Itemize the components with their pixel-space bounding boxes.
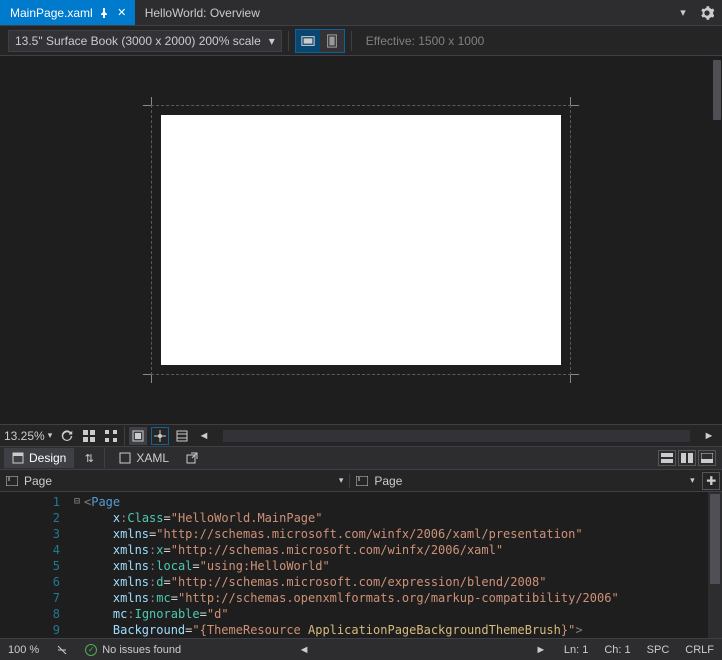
device-label: 13.5" Surface Book (3000 x 2000) 200% sc… bbox=[15, 34, 261, 48]
tab-helloworld-overview[interactable]: HelloWorld: Overview bbox=[135, 0, 266, 25]
refresh-icon[interactable] bbox=[58, 427, 76, 445]
element-dropdown-right[interactable]: Page ▾ bbox=[350, 474, 700, 488]
ruler-tick bbox=[571, 374, 579, 375]
scrollbar-thumb[interactable] bbox=[713, 60, 721, 120]
popout-icon[interactable] bbox=[183, 449, 201, 467]
zoom-reset-icon[interactable] bbox=[53, 641, 71, 659]
status-column[interactable]: Ch: 1 bbox=[604, 644, 630, 656]
snap-lines-icon[interactable] bbox=[151, 427, 169, 445]
issues-label: No issues found bbox=[102, 644, 181, 656]
ruler-tick bbox=[151, 97, 152, 105]
orientation-buttons bbox=[295, 29, 345, 53]
snap-icon[interactable] bbox=[102, 427, 120, 445]
xaml-tab-label: XAML bbox=[136, 451, 169, 465]
swap-panes-icon[interactable]: ⇅ bbox=[80, 449, 98, 467]
line-number: 3 bbox=[0, 526, 60, 542]
line-number: 4 bbox=[0, 542, 60, 558]
horizontal-scrollbar[interactable] bbox=[223, 430, 690, 442]
tab-mainpage-xaml[interactable]: MainPage.xaml ✕ bbox=[0, 0, 135, 25]
grid-icon[interactable] bbox=[80, 427, 98, 445]
separator bbox=[288, 31, 289, 51]
status-eol[interactable]: CRLF bbox=[685, 644, 714, 656]
design-tab-button[interactable]: Design bbox=[4, 448, 74, 468]
line-number: 2 bbox=[0, 510, 60, 526]
chevron-down-icon: ▾ bbox=[269, 34, 275, 48]
element-icon bbox=[356, 476, 368, 486]
element-icon bbox=[6, 476, 18, 486]
split-vertical-button[interactable] bbox=[678, 450, 696, 466]
document-tabs: MainPage.xaml ✕ HelloWorld: Overview ▾ bbox=[0, 0, 722, 26]
chevron-down-icon: ▾ bbox=[690, 475, 695, 486]
status-indent[interactable]: SPC bbox=[647, 644, 670, 656]
xaml-editor: 1 2 3 4 5 6 7 8 9 ⊟ <Page x:Class="Hello… bbox=[0, 492, 722, 638]
tab-label: HelloWorld: Overview bbox=[145, 6, 260, 20]
designer-surface[interactable] bbox=[0, 56, 722, 424]
line-number-gutter: 1 2 3 4 5 6 7 8 9 bbox=[0, 492, 70, 638]
ruler-left bbox=[151, 105, 152, 375]
element-label: Page bbox=[24, 474, 52, 488]
separator bbox=[104, 448, 105, 468]
arrow-right-icon[interactable]: ► bbox=[700, 427, 718, 445]
ruler-tick bbox=[151, 375, 152, 383]
chevron-down-icon: ▾ bbox=[339, 475, 344, 486]
ruler-tick bbox=[570, 97, 571, 105]
fold-gutter: ⊟ bbox=[70, 492, 84, 638]
line-number: 7 bbox=[0, 590, 60, 606]
split-add-button[interactable]: ✚ bbox=[702, 472, 720, 490]
chevron-down-icon: ▾ bbox=[48, 430, 53, 441]
effects-icon[interactable] bbox=[129, 427, 147, 445]
designer-zoombar: 13.25% ▾ ◄ ► bbox=[0, 424, 722, 446]
arrow-left-icon[interactable]: ◄ bbox=[295, 641, 313, 659]
collapse-pane-button[interactable] bbox=[698, 450, 716, 466]
status-line[interactable]: Ln: 1 bbox=[564, 644, 588, 656]
ok-icon: ✓ bbox=[85, 644, 97, 656]
gear-icon[interactable] bbox=[698, 4, 716, 22]
fold-toggle-icon[interactable]: ⊟ bbox=[70, 494, 84, 510]
line-number: 9 bbox=[0, 622, 60, 638]
ruler-top bbox=[151, 105, 571, 106]
close-icon[interactable]: ✕ bbox=[115, 6, 129, 20]
ruler-bottom bbox=[151, 374, 571, 375]
element-dropdown-left[interactable]: Page ▾ bbox=[0, 474, 349, 488]
vertical-scrollbar[interactable] bbox=[712, 56, 722, 424]
arrow-left-icon[interactable]: ◄ bbox=[195, 427, 213, 445]
xaml-tab-button[interactable]: XAML bbox=[111, 448, 177, 468]
status-zoom[interactable]: 100 % bbox=[8, 644, 39, 656]
design-canvas-wrap bbox=[161, 115, 561, 365]
portrait-button[interactable] bbox=[320, 30, 344, 52]
designer-toolbar: 13.5" Surface Book (3000 x 2000) 200% sc… bbox=[0, 26, 722, 56]
split-horizontal-button[interactable] bbox=[658, 450, 676, 466]
separator bbox=[351, 31, 352, 51]
editor-vertical-scrollbar[interactable] bbox=[708, 492, 722, 638]
ruler-tick bbox=[143, 374, 151, 375]
ruler-tick bbox=[571, 105, 579, 106]
ruler-tick bbox=[570, 375, 571, 383]
line-number: 1 bbox=[0, 494, 60, 510]
effective-size-label: Effective: 1500 x 1000 bbox=[366, 34, 485, 48]
dropdown-icon[interactable]: ▾ bbox=[674, 4, 692, 22]
line-number: 6 bbox=[0, 574, 60, 590]
design-tab-label: Design bbox=[29, 451, 66, 465]
device-dropdown[interactable]: 13.5" Surface Book (3000 x 2000) 200% sc… bbox=[8, 30, 282, 52]
line-number: 5 bbox=[0, 558, 60, 574]
status-bar: 100 % ✓ No issues found ◄ ► Ln: 1 Ch: 1 … bbox=[0, 638, 722, 660]
element-label: Page bbox=[374, 474, 402, 488]
ruler-right bbox=[570, 105, 571, 375]
tab-label: MainPage.xaml bbox=[10, 6, 93, 20]
issues-status[interactable]: ✓ No issues found bbox=[85, 644, 181, 656]
separator bbox=[124, 426, 125, 446]
pin-icon[interactable] bbox=[99, 8, 109, 18]
zoom-dropdown[interactable]: 13.25% ▾ bbox=[4, 429, 54, 443]
zoom-value: 13.25% bbox=[4, 429, 45, 443]
design-xaml-tabbar: Design ⇅ XAML bbox=[0, 446, 722, 470]
landscape-button[interactable] bbox=[296, 30, 320, 52]
arrow-right-icon[interactable]: ► bbox=[532, 641, 550, 659]
element-path-bar: Page ▾ Page ▾ ✚ bbox=[0, 470, 722, 492]
ruler-tick bbox=[143, 105, 151, 106]
line-number: 8 bbox=[0, 606, 60, 622]
design-canvas[interactable] bbox=[161, 115, 561, 365]
code-area[interactable]: <Page x:Class="HelloWorld.MainPage" xmln… bbox=[84, 492, 708, 638]
zoom-fit-icon[interactable] bbox=[173, 427, 191, 445]
scrollbar-thumb[interactable] bbox=[710, 494, 720, 584]
